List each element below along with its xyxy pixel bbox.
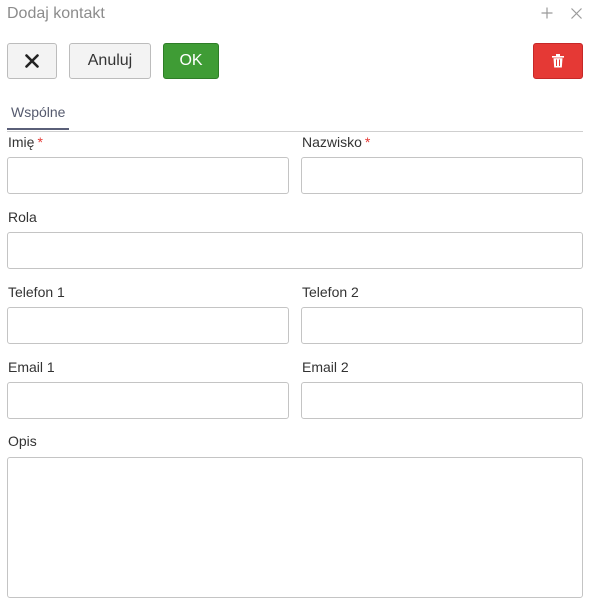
phone2-field[interactable] — [301, 307, 583, 344]
phone2-label: Telefon 2 — [302, 284, 359, 300]
add-contact-dialog: Dodaj kontakt Anuluj OK Wspólne Imię * N… — [0, 0, 592, 605]
close-icon — [25, 54, 39, 68]
close-icon[interactable] — [567, 4, 585, 22]
role-label: Rola — [8, 209, 37, 225]
phone1-field[interactable] — [7, 307, 289, 344]
required-mark: * — [364, 134, 371, 150]
tab-common[interactable]: Wspólne — [7, 96, 70, 130]
last-name-field[interactable] — [301, 157, 583, 194]
first-name-field[interactable] — [7, 157, 289, 194]
plus-icon[interactable] — [538, 4, 556, 22]
dialog-titlebar: Dodaj kontakt — [0, 0, 592, 30]
delete-button[interactable] — [533, 43, 583, 79]
last-name-label: Nazwisko * — [302, 134, 370, 150]
discard-button[interactable] — [7, 43, 57, 79]
role-field[interactable] — [7, 232, 583, 269]
description-field[interactable] — [7, 457, 583, 598]
dialog-title: Dodaj kontakt — [7, 5, 105, 22]
description-label: Opis — [8, 433, 37, 449]
phone1-label: Telefon 1 — [8, 284, 65, 300]
email2-field[interactable] — [301, 382, 583, 419]
email1-field[interactable] — [7, 382, 289, 419]
cancel-button[interactable]: Anuluj — [69, 43, 151, 79]
first-name-label-text: Imię — [8, 134, 35, 150]
trash-icon — [552, 54, 564, 68]
email2-label: Email 2 — [302, 359, 349, 375]
ok-button[interactable]: OK — [163, 43, 219, 79]
first-name-label: Imię * — [8, 134, 43, 150]
last-name-label-text: Nazwisko — [302, 134, 362, 150]
email1-label: Email 1 — [8, 359, 55, 375]
required-mark: * — [37, 134, 43, 150]
tab-bar: Wspólne — [7, 96, 583, 132]
